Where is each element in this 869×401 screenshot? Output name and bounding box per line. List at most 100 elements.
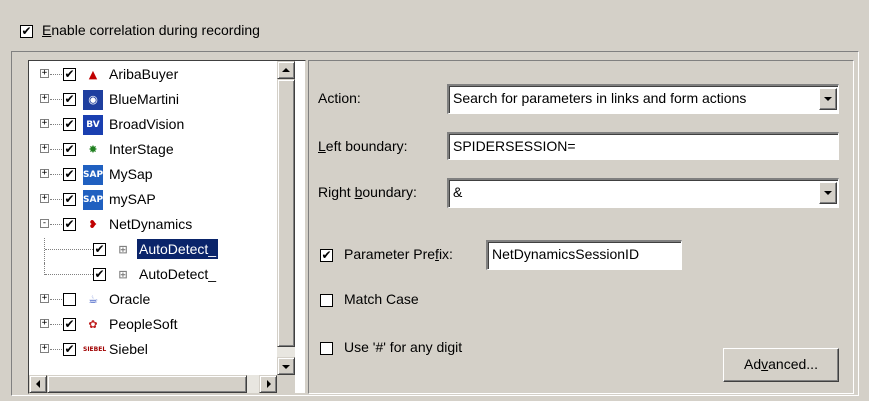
tree-item[interactable]: + ✔ ◉ BlueMartini (29, 88, 299, 113)
enable-correlation-mnemonic: E (42, 22, 52, 38)
right-boundary-combo[interactable]: & (447, 178, 839, 208)
sap-icon: SAP (83, 190, 103, 210)
tree-item-label[interactable]: BlueMartini (107, 89, 181, 109)
tree-item-label[interactable]: PeopleSoft (107, 314, 180, 334)
tree-item-checkbox[interactable] (63, 293, 76, 306)
prefix-label-post: ix: (438, 246, 453, 262)
right-boundary-label-post: oundary: (362, 184, 417, 200)
ariba-icon: ▲ (88, 68, 98, 81)
tree-connector (50, 149, 62, 150)
tree-item[interactable]: + ✔ ✸ InterStage (29, 138, 299, 163)
chevron-down-icon[interactable] (819, 88, 837, 110)
expand-icon[interactable]: + (40, 194, 49, 203)
tree-connector (50, 299, 62, 300)
tree-item[interactable]: + ✔ SIEBEL Siebel (29, 338, 299, 363)
action-value: Search for parameters in links and form … (453, 90, 747, 106)
tree-connector (50, 124, 62, 125)
scroll-thumb-horizontal[interactable] (47, 375, 247, 393)
tree-item-checkbox[interactable]: ✔ (63, 318, 76, 331)
tree-connector (50, 99, 62, 100)
expand-icon[interactable]: + (40, 94, 49, 103)
arrow-up-icon (282, 68, 290, 72)
tree-connector (45, 249, 93, 250)
parameter-prefix-input[interactable]: NetDynamicsSessionID (486, 240, 682, 270)
tree-item[interactable]: + ✔ SAP MySap (29, 163, 299, 188)
tree-item-checkbox[interactable]: ✔ (93, 243, 106, 256)
tree-child-item[interactable]: ✔ ⊞ AutoDetect_ (29, 238, 299, 263)
expand-icon[interactable]: + (40, 119, 49, 128)
tree-item-checkbox[interactable]: ✔ (93, 268, 106, 281)
rule-icon: ⊞ (118, 268, 128, 281)
tree-item-label[interactable]: Siebel (107, 339, 150, 359)
tree-item-checkbox[interactable]: ✔ (63, 118, 76, 131)
tree-item-checkbox[interactable]: ✔ (63, 218, 76, 231)
action-dropdown[interactable]: Search for parameters in links and form … (447, 84, 839, 114)
tree-item-label[interactable]: Oracle (107, 289, 152, 309)
tree-item-label[interactable]: MySap (107, 164, 155, 184)
tree-item-checkbox[interactable]: ✔ (63, 193, 76, 206)
tree-connector (45, 274, 93, 275)
tree-item-label[interactable]: NetDynamics (107, 214, 194, 234)
tree-item-label[interactable]: AutoDetect_ (137, 264, 218, 284)
match-case-checkbox[interactable] (320, 294, 333, 307)
tree-item-checkbox[interactable]: ✔ (63, 168, 76, 181)
tree-child-item[interactable]: ✔ ⊞ AutoDetect_ (29, 263, 299, 288)
right-boundary-value: & (453, 184, 463, 200)
expand-icon[interactable]: + (40, 69, 49, 78)
tree-item[interactable]: + ✔ BV BroadVision (29, 113, 299, 138)
tree-item[interactable]: + ✔ ▲ AribaBuyer (29, 63, 299, 88)
advanced-pre: Ad (744, 356, 762, 372)
tree-vertical-scrollbar[interactable] (277, 61, 295, 375)
tree-item-checkbox[interactable]: ✔ (63, 143, 76, 156)
left-boundary-label: Left boundary: (318, 138, 408, 154)
enable-correlation-label[interactable]: Enable correlation during recording (42, 22, 260, 38)
tree-item[interactable]: + ✔ ✿ PeopleSoft (29, 313, 299, 338)
siebel-icon: SIEBEL (83, 346, 107, 353)
rule-icon: ⊞ (118, 243, 128, 256)
parameter-prefix-label[interactable]: Parameter Prefix: (344, 246, 453, 262)
expand-icon[interactable]: + (40, 294, 49, 303)
scroll-down-button[interactable] (277, 357, 295, 375)
tree-item-label[interactable]: InterStage (107, 139, 176, 159)
scroll-right-button[interactable] (259, 375, 277, 393)
tree-item-label[interactable]: BroadVision (107, 114, 186, 134)
expand-icon[interactable]: + (40, 344, 49, 353)
right-boundary-label-pre: Right (318, 184, 355, 200)
collapse-icon[interactable]: - (40, 219, 49, 228)
tree-item[interactable]: + ☕ Oracle (29, 288, 299, 313)
any-digit-checkbox[interactable] (320, 342, 333, 355)
left-boundary-mnemonic: L (318, 138, 326, 154)
tree-connector (50, 324, 62, 325)
tree-item-label[interactable]: mySAP (107, 189, 158, 209)
prefix-label-pre: Parameter Pre (344, 246, 436, 262)
tree-connector (50, 174, 62, 175)
scroll-up-button[interactable] (277, 61, 295, 79)
advanced-button[interactable]: Advanced... (723, 348, 839, 382)
chevron-down-icon[interactable] (819, 182, 837, 204)
sap-icon: SAP (83, 165, 103, 185)
expand-icon[interactable]: + (40, 319, 49, 328)
parameter-prefix-checkbox[interactable]: ✔ (320, 249, 333, 262)
tree-horizontal-scrollbar[interactable] (29, 375, 277, 393)
match-case-label[interactable]: Match Case (344, 291, 419, 307)
tree-item[interactable]: + ✔ SAP mySAP (29, 188, 299, 213)
right-boundary-label: Right boundary: (318, 184, 417, 200)
any-digit-label[interactable]: Use '#' for any digit (344, 339, 462, 355)
expand-icon[interactable]: + (40, 169, 49, 178)
bluemartini-icon: ◉ (83, 90, 103, 110)
tree-item-label[interactable]: AutoDetect_ (135, 238, 220, 260)
arrow-left-icon (36, 380, 40, 388)
tree-item-checkbox[interactable]: ✔ (63, 68, 76, 81)
scroll-left-button[interactable] (29, 375, 47, 393)
tree-item-checkbox[interactable]: ✔ (63, 93, 76, 106)
advanced-post: anced... (768, 356, 818, 372)
interstage-icon: ✸ (88, 143, 98, 156)
tree-item[interactable]: - ✔ ❥ NetDynamics (29, 213, 299, 238)
peoplesoft-icon: ✿ (88, 318, 98, 331)
tree-item-checkbox[interactable]: ✔ (63, 343, 76, 356)
scroll-thumb[interactable] (277, 79, 295, 347)
expand-icon[interactable]: + (40, 144, 49, 153)
enable-correlation-checkbox[interactable]: ✔ (20, 25, 33, 38)
left-boundary-input[interactable]: SPIDERSESSION= (447, 132, 839, 160)
tree-item-label[interactable]: AribaBuyer (107, 64, 180, 84)
